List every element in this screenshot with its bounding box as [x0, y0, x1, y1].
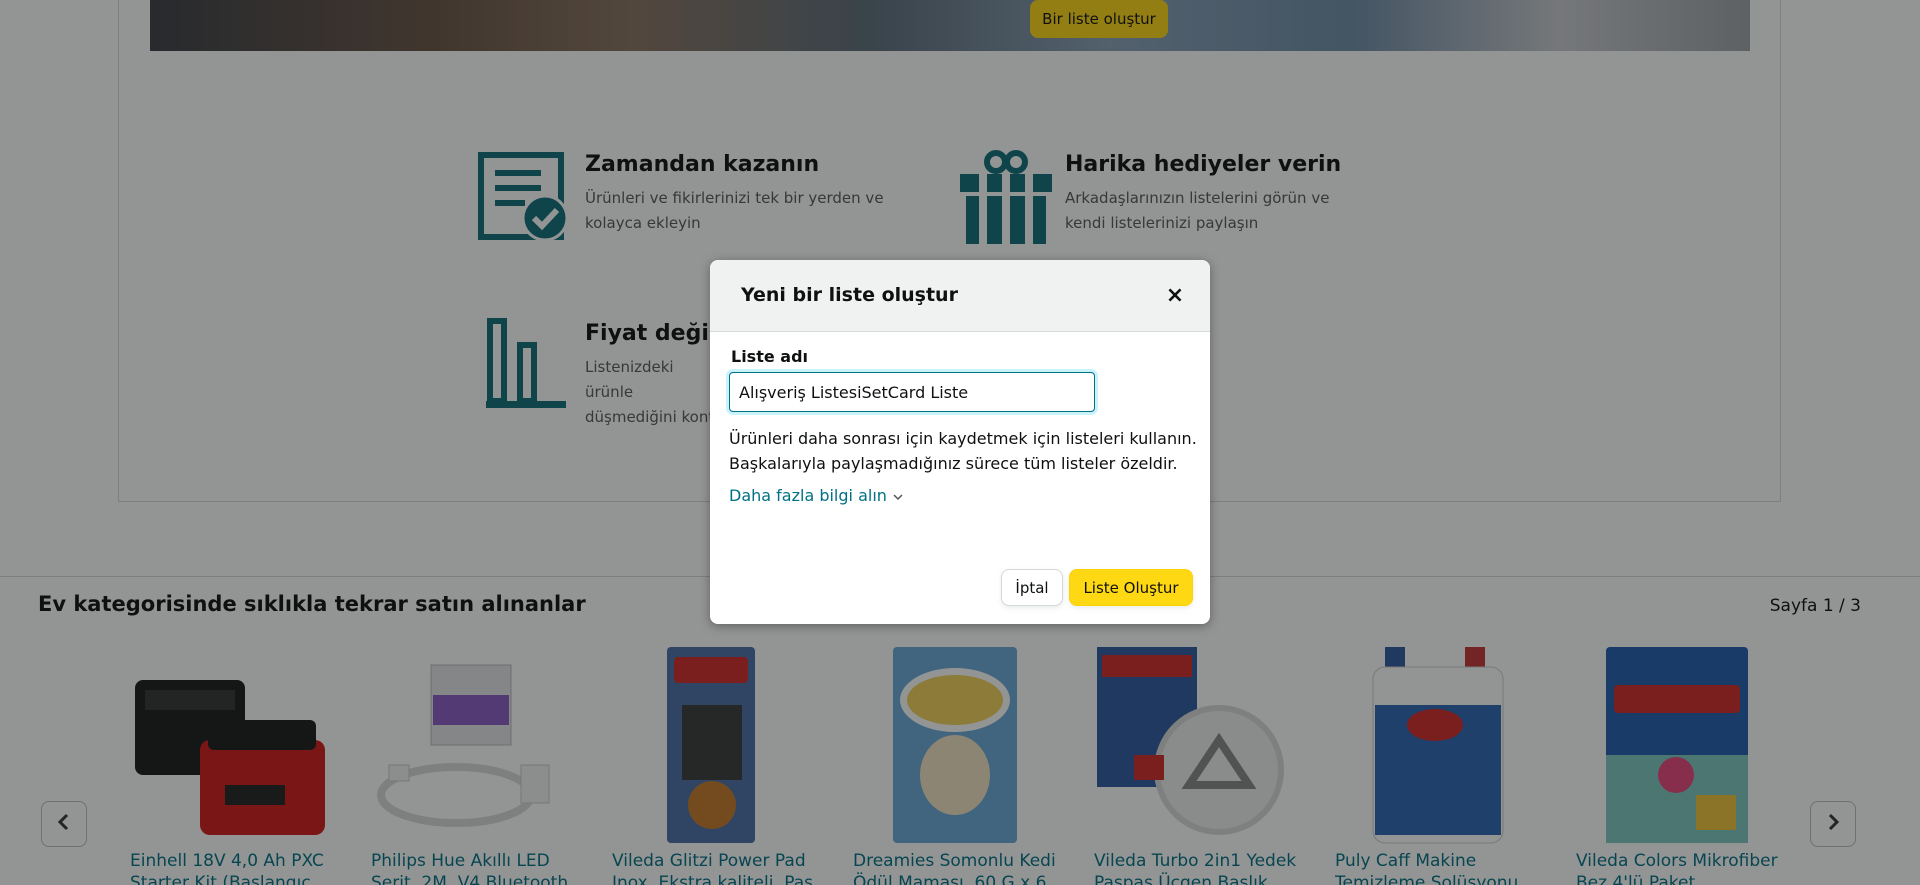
chevron-down-icon — [893, 486, 903, 505]
close-icon[interactable]: × — [1162, 282, 1188, 308]
create-list-dialog: Yeni bir liste oluştur × Liste adı Ürünl… — [710, 260, 1210, 624]
cancel-button[interactable]: İptal — [1001, 569, 1063, 606]
dialog-header: Yeni bir liste oluştur × — [710, 260, 1210, 332]
list-name-label: Liste adı — [731, 347, 809, 366]
dialog-title: Yeni bir liste oluştur — [741, 284, 958, 306]
list-name-input[interactable] — [729, 372, 1095, 412]
learn-more-label[interactable]: Daha fazla bilgi alın — [729, 486, 887, 505]
create-list-button[interactable]: Liste Oluştur — [1069, 569, 1193, 606]
dialog-description: Ürünleri daha sonrası için kaydetmek içi… — [729, 429, 1197, 473]
learn-more-link[interactable]: Daha fazla bilgi alın — [729, 486, 903, 505]
